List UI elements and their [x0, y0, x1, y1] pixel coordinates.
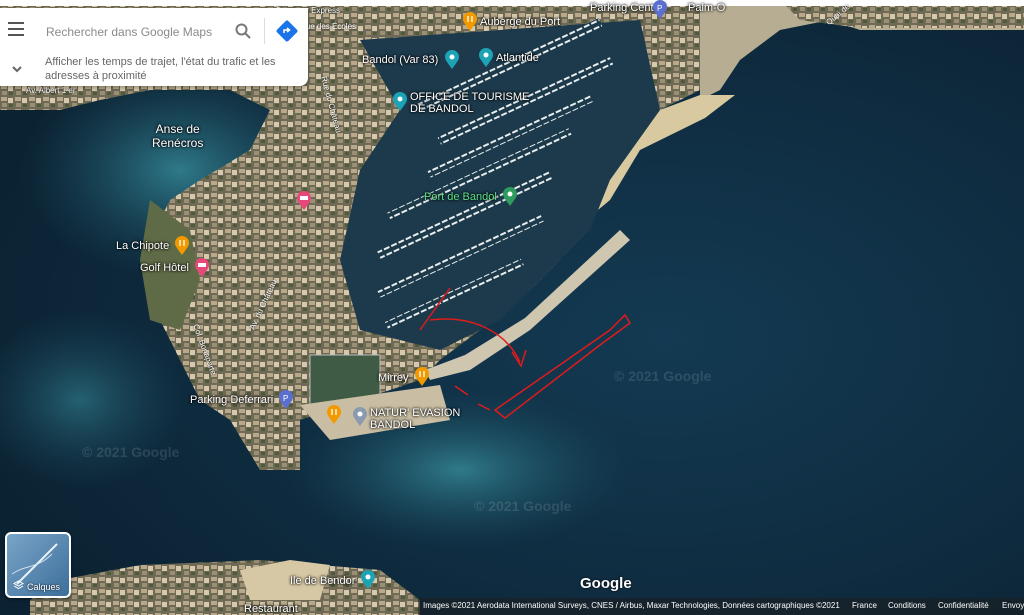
street-label-ecoles: Rue des Écoles — [300, 22, 357, 31]
directions-icon[interactable] — [276, 20, 298, 42]
search-input[interactable] — [44, 21, 228, 43]
tourism-pin-icon[interactable] — [360, 570, 376, 590]
search-row — [0, 8, 308, 54]
tourism-pin-icon[interactable] — [444, 50, 460, 70]
place-label-parking-deferrari[interactable]: Parking Deferrari — [190, 394, 273, 406]
activity-pin-icon[interactable] — [352, 407, 368, 427]
layers-icon — [13, 580, 24, 590]
map-watermark: © 2021 Google — [82, 444, 180, 460]
menu-icon[interactable] — [8, 22, 24, 38]
search-icon[interactable] — [234, 22, 252, 40]
port-pin-icon[interactable] — [502, 187, 518, 207]
place-label-atlantide[interactable]: Atlantide — [496, 52, 539, 64]
parking-pin-icon[interactable]: P — [278, 390, 294, 410]
restaurant-pin-icon[interactable] — [174, 236, 190, 256]
restaurant-pin-icon[interactable] — [414, 367, 430, 387]
layers-button[interactable]: Calques — [5, 532, 71, 598]
search-divider — [264, 18, 265, 44]
place-label-auberge[interactable]: Auberge du Port — [480, 16, 560, 28]
chevron-down-icon[interactable] — [10, 62, 24, 76]
search-panel: Afficher les temps de trajet, l'état du … — [0, 8, 308, 86]
top-bar — [0, 0, 1024, 6]
tourism-pin-icon[interactable] — [392, 92, 408, 112]
expand-suggestions[interactable]: Afficher les temps de trajet, l'état du … — [0, 54, 308, 86]
attribution-bar: Images ©2021 Aerodata International Surv… — [418, 598, 1024, 615]
place-label-office[interactable]: OFFICE DE TOURISME DE BANDOL — [410, 91, 529, 115]
conditions-link[interactable]: Conditions — [888, 601, 926, 610]
place-label-natur[interactable]: NATUR' EVASION BANDOL — [370, 407, 460, 431]
street-label-albert: Av. Albert 1 er — [26, 86, 76, 95]
restaurant-pin-icon[interactable] — [462, 12, 478, 32]
place-label-golf[interactable]: Golf Hôtel — [140, 262, 189, 274]
place-label-bandol[interactable]: Bandol (Var 83) — [362, 54, 438, 66]
country-link[interactable]: France — [852, 601, 877, 610]
place-label-chipote[interactable]: La Chipote — [116, 240, 169, 252]
privacy-link[interactable]: Confidentialité — [938, 601, 989, 610]
expand-text[interactable]: Afficher les temps de trajet, l'état du … — [45, 55, 300, 83]
map-watermark: © 2021 Google — [614, 368, 712, 384]
feedback-link[interactable]: Envoyer — [1002, 601, 1024, 610]
place-label-restaurant[interactable]: Restaurant — [244, 603, 298, 615]
hotel-pin-icon[interactable] — [296, 191, 312, 211]
map-watermark: © 2021 Google — [474, 498, 572, 514]
place-label-bendor[interactable]: Ile de Bendor — [290, 575, 355, 587]
restaurant-pin-icon[interactable] — [326, 405, 342, 425]
parking-pin-icon[interactable]: P — [652, 0, 668, 20]
svg-text:P: P — [283, 394, 288, 403]
place-label-anse: Anse de Renécros — [152, 122, 204, 150]
place-label-mirrey[interactable]: Mirrey — [378, 372, 409, 384]
layers-label: Calques — [27, 582, 61, 592]
tourism-pin-icon[interactable] — [478, 48, 494, 68]
google-logo: Google — [580, 575, 632, 592]
svg-text:P: P — [657, 4, 662, 13]
imagery-credit: Images ©2021 Aerodata International Surv… — [423, 601, 840, 610]
hotel-pin-icon[interactable] — [194, 258, 210, 278]
place-label-port[interactable]: Port de Bandol — [424, 191, 497, 203]
place-label-palm[interactable]: Palm-O — [688, 2, 725, 14]
